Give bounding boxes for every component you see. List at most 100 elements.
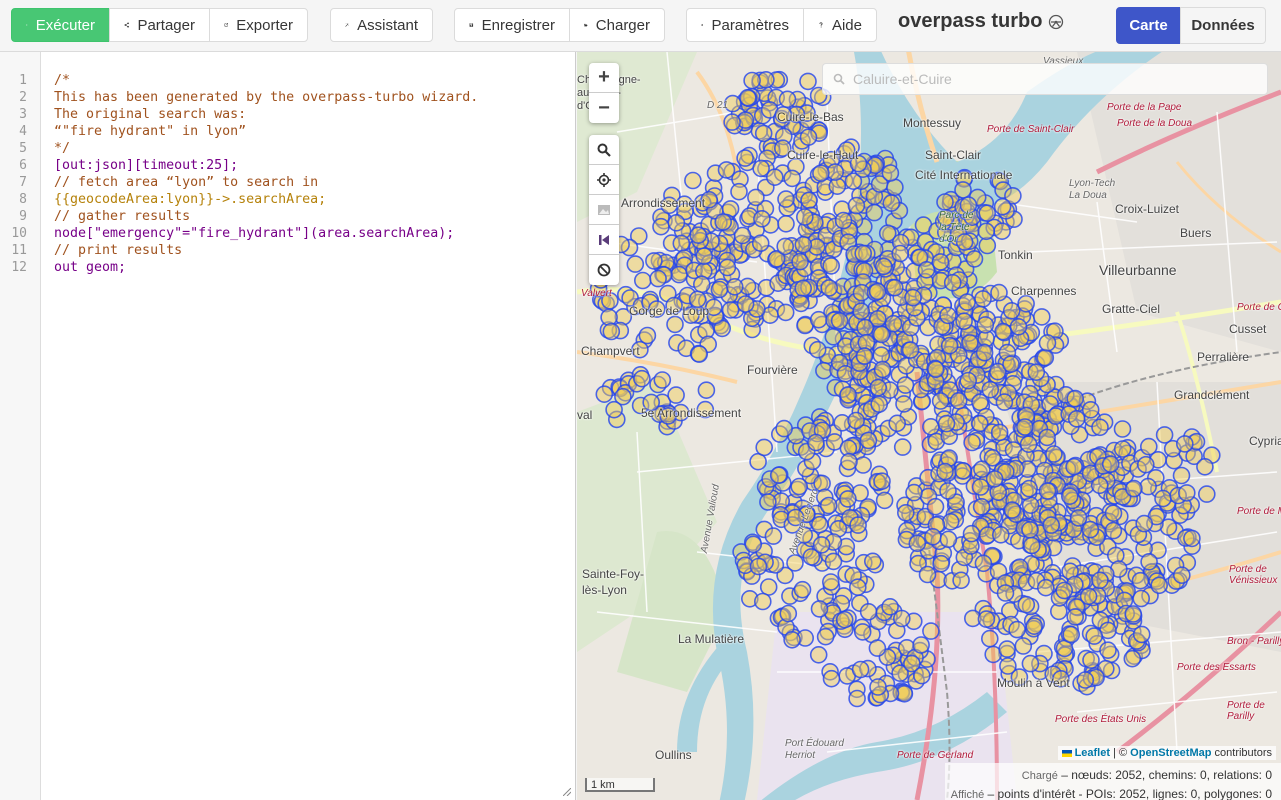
hydrant-marker[interactable] [927,360,945,379]
hydrant-marker[interactable] [733,226,752,245]
hydrant-marker[interactable] [717,161,736,179]
hydrant-marker[interactable] [769,466,788,485]
hydrant-marker[interactable] [736,149,754,167]
hydrant-marker[interactable] [936,193,954,211]
hydrant-marker[interactable] [1081,520,1100,539]
hydrant-marker[interactable] [1125,479,1143,498]
hydrant-marker[interactable] [873,472,891,491]
hydrant-marker[interactable] [739,88,757,107]
hydrant-marker[interactable] [1008,620,1026,639]
hydrant-marker[interactable] [993,222,1011,240]
hydrant-marker[interactable] [863,552,882,571]
hydrant-marker[interactable] [972,497,991,516]
hydrant-marker[interactable] [847,411,865,430]
hydrant-marker[interactable] [1060,487,1079,506]
hydrant-marker[interactable] [851,660,870,679]
hydrant-marker[interactable] [1135,514,1154,533]
hydrant-marker[interactable] [839,490,857,508]
hydrant-marker[interactable] [693,275,711,294]
hydrant-marker[interactable] [881,597,899,616]
hydrant-marker[interactable] [790,477,808,496]
hydrant-marker[interactable] [848,578,867,597]
hydrant-marker[interactable] [1017,294,1035,313]
hydrant-marker[interactable] [1076,671,1095,689]
hydrant-marker[interactable] [904,288,922,307]
hydrant-marker[interactable] [653,371,672,389]
hydrant-marker[interactable] [1132,625,1151,644]
hydrant-marker[interactable] [959,371,978,390]
code-line[interactable]: // fetch area “lyon” to search in [54,174,318,191]
hydrant-marker[interactable] [1113,420,1132,438]
help-button[interactable]: Aide [803,8,877,42]
hydrant-marker[interactable] [799,128,818,146]
hydrant-marker[interactable] [1172,466,1191,485]
hydrant-marker[interactable] [852,302,871,321]
hydrant-marker[interactable] [1021,520,1039,539]
hydrant-marker[interactable] [811,515,829,534]
code-line[interactable]: // print results [54,242,182,259]
hydrant-marker[interactable] [990,283,1008,302]
hydrant-marker[interactable] [754,592,772,611]
hydrant-marker[interactable] [743,71,761,90]
hydrant-marker[interactable] [753,210,771,228]
export-image-button[interactable] [589,195,619,225]
hydrant-marker[interactable] [1085,627,1104,645]
settings-button[interactable]: Paramètres [686,8,804,42]
hydrant-marker[interactable] [754,124,773,143]
hydrant-marker[interactable] [783,169,801,188]
hydrant-marker[interactable] [794,279,812,298]
hydrant-marker[interactable] [670,265,688,284]
leaflet-link[interactable]: Leaflet [1075,747,1110,759]
hydrant-marker[interactable] [872,325,891,344]
hydrant-marker[interactable] [1113,440,1132,458]
hydrant-marker[interactable] [667,214,686,232]
hydrant-marker[interactable] [835,610,854,629]
hydrant-marker[interactable] [893,438,912,456]
hydrant-marker[interactable] [1136,455,1155,474]
hydrant-marker[interactable] [602,322,621,341]
hydrant-marker[interactable] [882,194,901,212]
hydrant-marker[interactable] [794,235,813,254]
hydrant-marker[interactable] [1038,482,1057,500]
hydrant-marker[interactable] [800,191,818,210]
hydrant-marker[interactable] [926,497,945,516]
hydrant-marker[interactable] [993,197,1012,216]
hydrant-marker[interactable] [634,271,652,290]
code-line[interactable]: [out:json][timeout:25]; [54,157,238,174]
hydrant-marker[interactable] [971,478,990,496]
hydrant-marker[interactable] [1066,389,1085,408]
hydrant-marker[interactable] [905,483,923,502]
hydrant-marker[interactable] [809,310,828,329]
hydrant-marker[interactable] [974,290,992,308]
hydrant-marker[interactable] [778,90,797,109]
hydrant-marker[interactable] [1009,317,1028,336]
hydrant-marker[interactable] [839,386,857,404]
hydrant-marker[interactable] [874,257,893,276]
hydrant-marker[interactable] [980,629,999,648]
hydrant-marker[interactable] [1155,426,1174,444]
code-line[interactable]: {{geocodeArea:lyon}}->.searchArea; [54,191,326,208]
hydrant-marker[interactable] [1131,571,1150,590]
hydrant-marker[interactable] [755,438,773,457]
hydrant-marker[interactable] [996,584,1015,602]
hydrant-marker[interactable] [721,301,740,319]
hydrant-marker[interactable] [991,525,1010,544]
hydrant-marker[interactable] [869,378,888,397]
hydrant-marker[interactable] [840,452,858,471]
hydrant-marker[interactable] [932,554,950,573]
hydrant-marker[interactable] [710,280,729,299]
hydrant-marker[interactable] [697,381,716,400]
fit-data-button[interactable] [589,225,619,255]
hydrant-marker[interactable] [1027,363,1046,382]
hydrant-marker[interactable] [1038,334,1057,352]
hydrant-marker[interactable] [799,72,817,91]
hydrant-marker[interactable] [1014,637,1033,655]
wizard-button[interactable]: Assistant [330,8,433,42]
hydrant-marker[interactable] [1090,476,1109,495]
hydrant-marker[interactable] [939,306,957,325]
hydrant-marker[interactable] [859,431,878,450]
hydrant-marker[interactable] [868,282,887,301]
hydrant-marker[interactable] [1038,428,1056,447]
hydrant-marker[interactable] [873,360,892,379]
hydrant-marker[interactable] [856,318,875,337]
